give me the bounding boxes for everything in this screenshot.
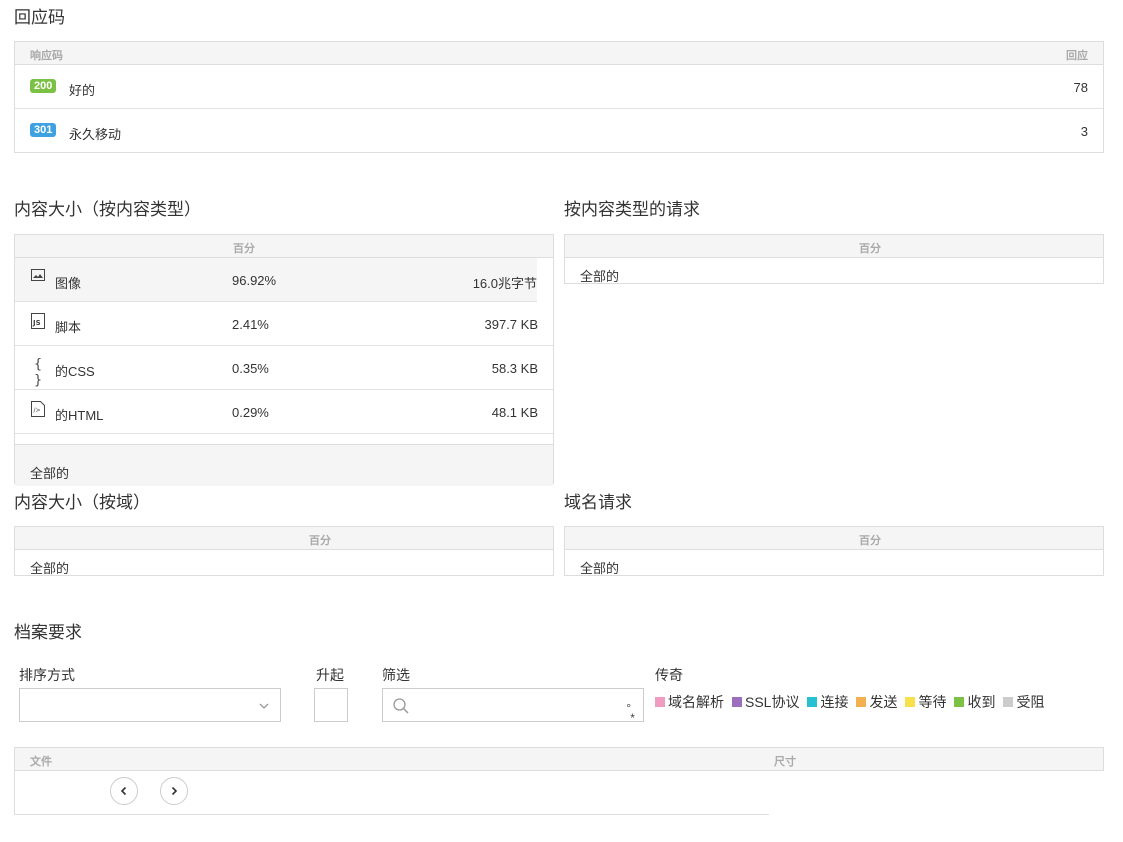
ascending-checkbox[interactable] [314,688,348,722]
legend-item-label: SSL协议 [745,694,800,710]
status-count: 3 [1080,124,1088,139]
legend-item-send: 发送 [856,692,897,712]
regex-icon[interactable]: ° * [626,702,635,724]
requests-by-type-table: 百分 全部的 [564,234,1104,284]
prev-page-button[interactable] [110,777,138,805]
table-row: 全部的 [15,550,553,576]
image-icon [30,269,46,285]
response-codes-title: 回应码 [14,8,65,27]
svg-text:JS: JS [32,319,41,327]
js-file-icon: JS [30,313,46,329]
table-row: 图像 96.92% 16.0兆字节 [15,258,537,302]
content-type-label: 脚本 [55,320,82,335]
legend-item-label: 受阻 [1016,694,1045,710]
content-type-size: 58.3 KB [491,361,538,376]
header-percent: 百分 [859,535,881,547]
header-count: 回应 [1066,50,1088,62]
timing-legend: 域名解析 SSL协议 连接 发送 等待 收到 受阻 [655,692,1048,712]
table-row: 全部的 [565,550,1103,576]
css-braces-icon: { } [34,357,42,388]
content-type-label: 的HTML [55,408,104,423]
header-file: 文件 [30,756,52,768]
content-size-by-type-title: 内容大小（按内容类型） [14,200,201,219]
header-code: 响应码 [30,50,63,62]
header-size: 尺寸 [774,756,796,768]
ascending-label: 升起 [316,667,344,683]
requests-type-header: 百分 [565,235,1103,258]
status-count: 78 [1073,80,1088,95]
domain-size-header: 百分 [15,527,553,550]
legend-item-label: 发送 [869,694,898,710]
legend-item-receive: 收到 [954,692,995,712]
filter-label: 筛选 [382,667,410,683]
legend-swatch [954,697,965,707]
response-codes-header: 响应码 回应 [15,42,1103,65]
footer-total-label: 全部的 [30,561,70,576]
table-row: 301 永久移动 3 [15,109,1103,152]
legend-item-blocked: 受阻 [1003,692,1044,712]
legend-item-label: 域名解析 [668,694,724,710]
legend-label: 传奇 [655,667,683,683]
table-row: JS 脚本 2.41% 397.7 KB [15,302,553,346]
legend-item-connect: 连接 [807,692,848,712]
footer-total-label: 全部的 [580,269,620,284]
domain-requests-table: 百分 全部的 [564,526,1104,576]
svg-text:/>: /> [34,407,41,414]
status-label: 永久移动 [69,127,122,142]
chevron-down-icon [258,699,270,717]
next-page-button[interactable] [160,777,188,805]
table-row: /> 的HTML 0.29% 48.1 KB [15,390,553,434]
legend-item-dns: 域名解析 [655,692,724,712]
requests-by-type-title: 按内容类型的请求 [564,200,700,219]
legend-item-label: 等待 [918,694,947,710]
html-file-icon: /> [30,401,46,417]
chevron-left-icon [120,786,127,796]
legend-swatch [732,697,742,707]
har-requests-title: 档案要求 [14,623,82,642]
content-size-by-type-table: 百分 图像 96.92% 16.0兆字节 JS 脚本 2.41% 397.7 K… [14,234,554,486]
status-badge-200: 200 [30,79,57,93]
legend-swatch [1003,697,1014,707]
status-label: 好的 [69,83,96,98]
content-type-header: 百分 [15,235,553,258]
search-icon [392,697,410,720]
domain-requests-title: 域名请求 [564,493,632,512]
content-type-size: 16.0兆字节 [472,276,537,291]
legend-item-label: 连接 [820,694,849,710]
content-type-percent: 2.41% [232,317,269,332]
footer-total-label: 全部的 [30,466,70,481]
content-type-footer: 全部的 [15,444,553,486]
content-type-percent: 0.35% [232,361,269,376]
footer-total-label: 全部的 [580,561,620,576]
status-badge-301: 301 [30,123,57,137]
content-size-by-domain-title: 内容大小（按域） [14,493,150,512]
har-table-header: 文件 尺寸 [14,747,1104,771]
table-row: 200 好的 78 [15,65,1103,109]
legend-item-wait: 等待 [905,692,946,712]
content-type-size: 48.1 KB [491,405,538,420]
content-size-by-domain-table: 百分 全部的 [14,526,554,576]
legend-item-ssl: SSL协议 [732,692,799,712]
response-codes-table: 响应码 回应 200 好的 78 301 永久移动 3 [14,41,1104,153]
legend-swatch [905,697,916,707]
legend-swatch [856,697,867,707]
legend-swatch [655,697,665,707]
legend-item-label: 收到 [967,694,996,710]
sort-select[interactable] [19,688,281,722]
chevron-right-icon [171,786,178,796]
header-percent: 百分 [859,243,881,255]
content-type-size: 397.7 KB [484,317,539,332]
legend-swatch [807,697,818,707]
header-percent: 百分 [233,243,255,255]
content-type-percent: 96.92% [232,273,277,288]
table-row: 全部的 [565,258,1103,284]
content-type-label: 图像 [55,276,82,291]
content-type-label: 的CSS [55,364,95,379]
table-row: { } 的CSS 0.35% 58.3 KB [15,346,553,390]
filter-input[interactable]: ° * [382,688,644,724]
content-type-percent: 0.29% [232,405,269,420]
sort-label: 排序方式 [19,667,75,683]
domain-requests-header: 百分 [565,527,1103,550]
header-percent: 百分 [309,535,331,547]
